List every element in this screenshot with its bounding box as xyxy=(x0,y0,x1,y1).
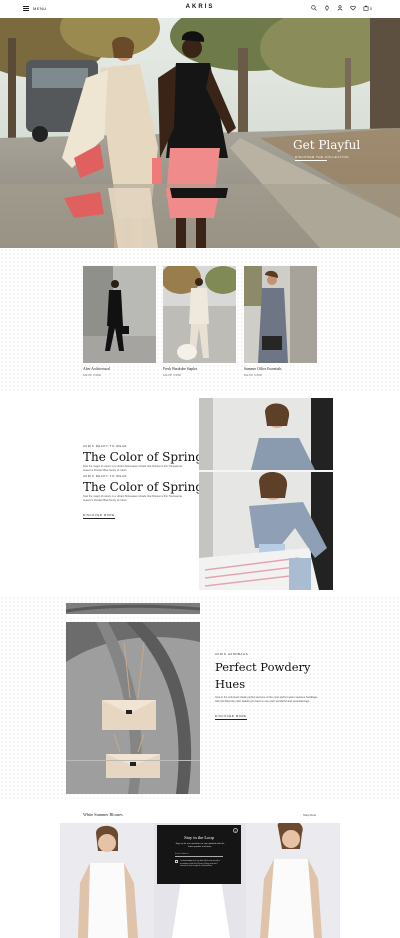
bag-button[interactable]: 0 xyxy=(363,5,372,11)
powdery-text: Give in the soft-hued shade perfect and … xyxy=(215,696,318,703)
blouses-shop-now-link[interactable]: Shop Now xyxy=(303,813,316,817)
product-image[interactable] xyxy=(83,266,156,363)
search-icon[interactable] xyxy=(311,5,317,11)
product-image[interactable] xyxy=(163,266,236,363)
spring-text-block: AKRIS READY-TO-WEAR The Color of Spring … xyxy=(83,444,203,473)
bag-icon xyxy=(363,5,369,11)
popup-title: Stay in the Loop xyxy=(184,835,214,840)
handbags-image[interactable] xyxy=(66,622,200,794)
account-icon[interactable] xyxy=(337,5,343,11)
spring-image[interactable] xyxy=(199,398,333,590)
spring-title: The Color of Spring xyxy=(83,480,204,494)
product-title[interactable]: Fresh Wardrobe Staples xyxy=(163,367,236,371)
consent-checkbox[interactable] xyxy=(175,860,178,863)
handbags-section-bg xyxy=(0,596,400,801)
hero-image xyxy=(0,18,400,248)
powdery-title-line2: Hues xyxy=(215,677,246,691)
popup-text: Sign up for our newsletter to stay updat… xyxy=(175,843,225,849)
spring-eyebrow: AKRIS READY-TO-WEAR xyxy=(83,474,128,478)
product-card[interactable]: Fresh Wardrobe Staples SHOP NOW xyxy=(163,266,236,377)
location-icon[interactable] xyxy=(324,5,330,11)
product-image[interactable] xyxy=(244,266,317,363)
powdery-text-block: AKRIS HANDBAGS Perfect Powdery Hues Give… xyxy=(215,652,320,722)
spring-text-block-repeat: AKRIS READY-TO-WEAR The Color of Spring … xyxy=(83,474,203,521)
close-icon[interactable]: × xyxy=(233,828,238,833)
hero-subtitle-link[interactable]: DISCOVER THE COLLECTION xyxy=(295,155,349,159)
product-card[interactable]: Alter Architectural SHOP NOW xyxy=(83,266,156,377)
spring-text: Feel the magic of nature in a vibrant Mi… xyxy=(83,465,182,472)
wishlist-icon[interactable] xyxy=(350,5,356,11)
discover-more-link[interactable]: DISCOVER MORE xyxy=(83,513,115,519)
handbags-image-strip xyxy=(66,602,200,614)
blouses-title: White Summer Blouses xyxy=(83,812,123,817)
product-title[interactable]: Summer Office Essentials xyxy=(244,367,317,371)
powdery-title-line1: Perfect Powdery xyxy=(215,660,311,674)
spring-title: The Color of Spring xyxy=(83,450,204,464)
header-icons: 0 xyxy=(311,5,372,11)
powdery-eyebrow: AKRIS HANDBAGS xyxy=(215,652,249,656)
bag-count: 0 xyxy=(369,5,372,11)
email-field[interactable]: Email address xyxy=(175,853,223,857)
shop-now-link[interactable]: SHOP NOW xyxy=(244,374,317,377)
newsletter-popup: × Stay in the Loop Sign up for our newsl… xyxy=(157,825,241,884)
hero-underline xyxy=(295,160,327,161)
product-card[interactable]: Summer Office Essentials SHOP NOW xyxy=(244,266,317,377)
spring-text: Feel the magic of nature in a vibrant Mi… xyxy=(83,495,182,502)
shop-now-link[interactable]: SHOP NOW xyxy=(163,374,236,377)
consent-text: I acknowledge that my data will be proce… xyxy=(180,860,221,868)
site-header: MENU AKRIS 0 xyxy=(0,0,400,18)
consent-row: I acknowledge that my data will be proce… xyxy=(175,860,224,868)
shop-now-link[interactable]: SHOP NOW xyxy=(83,374,156,377)
product-title[interactable]: Alter Architectural xyxy=(83,367,156,371)
spring-eyebrow: AKRIS READY-TO-WEAR xyxy=(83,444,128,448)
discover-more-link[interactable]: DISCOVER MORE xyxy=(215,714,247,720)
hero-title: Get Playful xyxy=(293,138,361,152)
hero-banner[interactable]: Get Playful DISCOVER THE COLLECTION xyxy=(0,18,400,248)
